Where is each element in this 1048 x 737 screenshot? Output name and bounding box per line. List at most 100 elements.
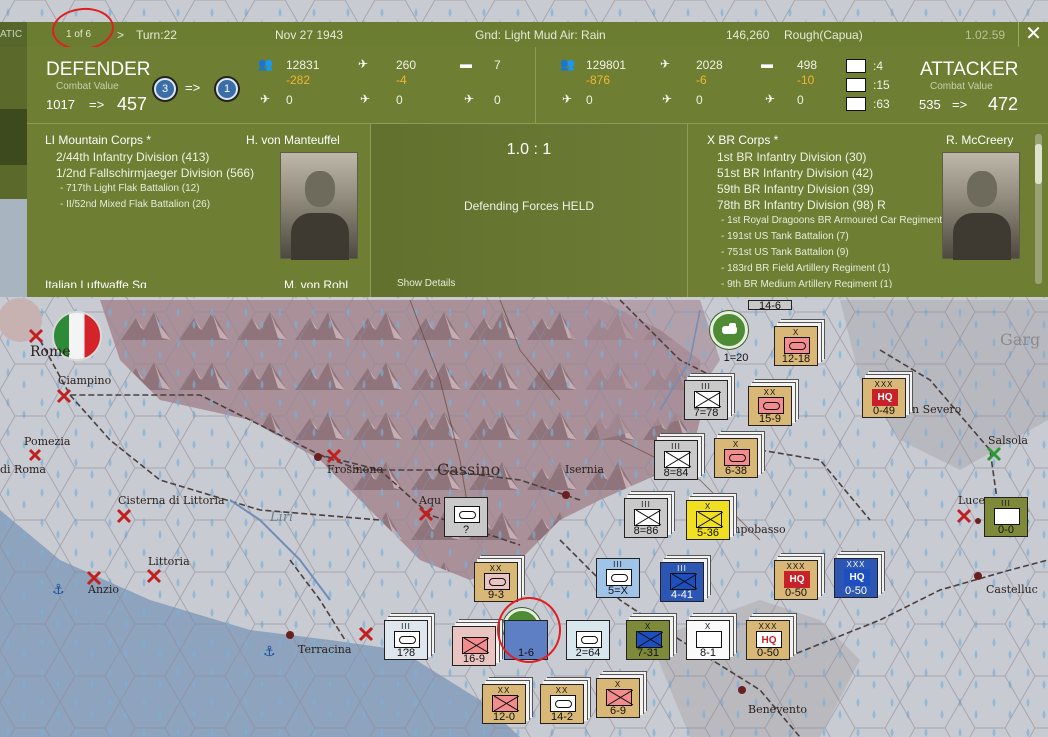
attacker-battalion[interactable]: - 9th BR Medium Artillery Regiment (1)	[721, 279, 892, 288]
attacker-row2-b: 0	[696, 93, 703, 107]
defender-division[interactable]: 1/2nd Fallschirmjaeger Division (566)	[56, 166, 254, 180]
tank-icon: ▬	[761, 57, 773, 71]
place-aqu: Aqu	[419, 494, 442, 507]
next-combat-arrow[interactable]: >	[117, 28, 124, 42]
attacker-division[interactable]: 78th BR Infantry Division (98) R	[717, 198, 886, 212]
unit-counter[interactable]: III 8=86	[624, 498, 668, 538]
defender-cv-label: Combat Value	[56, 81, 119, 92]
attacker-title: ATTACKER	[920, 59, 1019, 80]
hq-legend-icon	[846, 59, 866, 73]
unit-counter[interactable]: ?	[444, 497, 488, 537]
unit-counter[interactable]: XX 14-2	[540, 684, 584, 724]
men-icon: 👥	[560, 57, 575, 71]
unit-counter[interactable]: III 4-41	[660, 562, 704, 602]
defender-division[interactable]: 2/44th Infantry Division (413)	[56, 150, 209, 164]
defender-pip-from: 3	[154, 78, 176, 100]
armor-legend-icon	[846, 78, 866, 92]
unit-counter[interactable]: XX 15-9	[748, 386, 792, 426]
place-rome: Rome	[30, 344, 71, 360]
fighter-icon: ✈	[562, 92, 573, 106]
side-tab-button[interactable]	[0, 109, 27, 165]
attacker-battalion[interactable]: - 183rd BR Field Artillery Regiment (1)	[721, 263, 890, 274]
defender-cv-arrow: =>	[89, 97, 105, 112]
place-salsola: Salsola	[988, 434, 1028, 447]
place-garg: Garg	[1000, 330, 1041, 349]
place-terracina: Terracina	[298, 643, 352, 656]
defender-cv-to: 457	[117, 94, 148, 114]
left-edge-strip	[0, 47, 27, 297]
turn-label: Turn:22	[136, 28, 177, 42]
unit-counter[interactable]: III 0-0	[984, 497, 1028, 537]
defender-aircraft-loss: -4	[396, 73, 407, 87]
legend-count-3: :63	[873, 97, 890, 111]
attacker-cv-to: 472	[988, 94, 1019, 114]
unit-counter[interactable]: XXX HQ 0-49	[862, 378, 906, 418]
attacker-cv-arrow: =>	[952, 97, 968, 112]
defender-pip-to: 1	[216, 78, 238, 100]
unit-counter[interactable]: III 5=X	[596, 558, 640, 598]
unit-counter[interactable]: X 7-31	[626, 620, 670, 660]
defender-battalion[interactable]: - 717th Light Flak Battalion (12)	[60, 183, 200, 194]
attacker-battalion[interactable]: - 1st Royal Dragoons BR Armoured Car Reg…	[721, 215, 963, 226]
attacker-tanks-loss: -10	[797, 73, 815, 87]
tank-icon: ▬	[460, 57, 472, 71]
unit-counter[interactable]: X 8-1	[686, 620, 730, 660]
defender-battalion[interactable]: - II/52nd Mixed Flak Battalion (26)	[60, 199, 210, 210]
transport-icon: ✈	[464, 92, 475, 106]
bomber-icon: ✈	[360, 92, 371, 106]
unit-counter[interactable]: XX 12-0	[482, 684, 526, 724]
attacker-cv-from: 535	[919, 97, 941, 112]
attacker-division[interactable]: 59th BR Infantry Division (39)	[717, 182, 874, 196]
place-san-severo: n Severo	[912, 403, 962, 416]
show-details-link[interactable]: Show Details	[397, 278, 455, 289]
unit-counter[interactable]: 16-9	[452, 626, 496, 666]
svg-text:⚓: ⚓	[263, 644, 276, 660]
attacker-corps[interactable]: X BR Corps *	[707, 133, 778, 147]
unit-counter[interactable]: III 7=78	[684, 380, 728, 420]
place-cisterna: Cisterna di Littoria	[118, 494, 225, 507]
place-frosinone: Frosinone	[327, 463, 383, 476]
unit-counter[interactable]: III 8=84	[654, 440, 698, 480]
place-anzio: Anzio	[88, 583, 119, 596]
edge-tab[interactable]: ATIC	[0, 22, 27, 47]
unit-counter[interactable]: 14-6	[748, 300, 792, 312]
place-luce: Luce	[958, 494, 986, 507]
attacker-division[interactable]: 1st BR Infantry Division (30)	[717, 150, 866, 164]
unit-counter[interactable]: X 5-36	[686, 500, 730, 540]
svg-text:⚓: ⚓	[52, 582, 65, 598]
combat-results-panel: DEFENDER Combat Value 1017 => 457 3 => 1…	[27, 47, 1048, 297]
unit-counter[interactable]: 1=20	[714, 328, 758, 364]
unit-counter[interactable]: XXX HQ 0-50	[746, 620, 790, 660]
attacker-commander: R. McCreery	[946, 133, 1014, 147]
unit-counter[interactable]: X 12-18	[774, 326, 818, 366]
unit-counter[interactable]: XXX HQ 0-50	[774, 560, 818, 600]
men-icon: 👥	[258, 57, 273, 71]
attacker-cv-label: Combat Value	[930, 81, 993, 92]
place-liri: Liri	[270, 510, 294, 525]
place-benevento: Benevento	[748, 703, 808, 716]
attacker-aircraft-loss: -6	[696, 73, 707, 87]
unit-counter[interactable]: XX 9-3	[474, 562, 518, 602]
weather-label: Gnd: Light Mud Air: Rain	[475, 28, 606, 42]
defender-row2-c: 0	[494, 93, 501, 107]
attacker-tanks: 498	[797, 58, 818, 72]
unit-counter[interactable]: 2=64	[566, 620, 610, 660]
unit-counter[interactable]: XXX HQ 0-50	[834, 558, 878, 598]
attacker-battalion[interactable]: - 191st US Tank Battalion (7)	[721, 231, 849, 242]
defender-corps[interactable]: LI Mountain Corps *	[45, 133, 151, 147]
attacker-division[interactable]: 51st BR Infantry Division (42)	[717, 166, 873, 180]
date-label: Nov 27 1943	[275, 28, 344, 42]
fighter-icon: ✈	[260, 92, 271, 106]
place-ciampino: Ciampino	[58, 374, 112, 387]
forces-scrollbar[interactable]	[1035, 134, 1042, 284]
attacker-battalion[interactable]: - 751st US Tank Battalion (9)	[721, 247, 849, 258]
close-button[interactable]: ✕	[1018, 22, 1048, 47]
defender-pip-arrow: =>	[185, 80, 201, 95]
unit-counter[interactable]: X 6-9	[596, 678, 640, 718]
defender-next-corps[interactable]: Italian Luftwaffe Sq	[45, 278, 147, 288]
unit-counter[interactable]: X 6-38	[714, 438, 758, 478]
commander-portrait	[280, 152, 358, 260]
unit-counter[interactable]: III 1?8	[384, 620, 428, 660]
aircraft-icon: ✈	[358, 57, 369, 71]
highlight-circle-annotation	[497, 597, 561, 663]
